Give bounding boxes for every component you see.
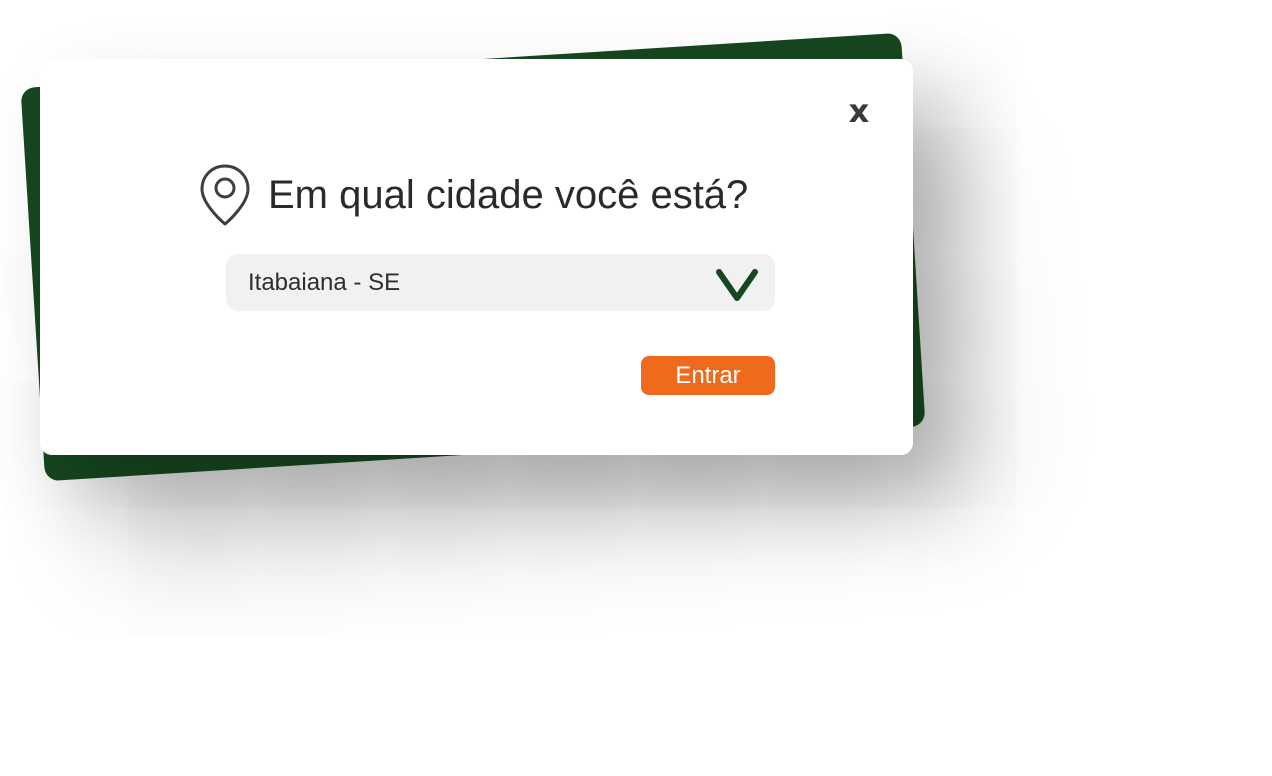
city-select[interactable]: Itabaiana - SE (226, 254, 775, 311)
page-stage: x Em qual cidade você está? Itabaiana - … (0, 0, 1272, 776)
page-title: Em qual cidade você está? (268, 172, 749, 217)
enter-button[interactable]: Entrar (641, 356, 775, 395)
city-select-value: Itabaiana - SE (248, 269, 401, 296)
map-pin-icon (200, 164, 250, 226)
chevron-down-icon[interactable] (716, 268, 758, 302)
modal-heading: Em qual cidade você está? (198, 163, 748, 227)
close-button[interactable]: x (844, 93, 874, 129)
city-modal: x Em qual cidade você está? Itabaiana - … (40, 59, 913, 455)
